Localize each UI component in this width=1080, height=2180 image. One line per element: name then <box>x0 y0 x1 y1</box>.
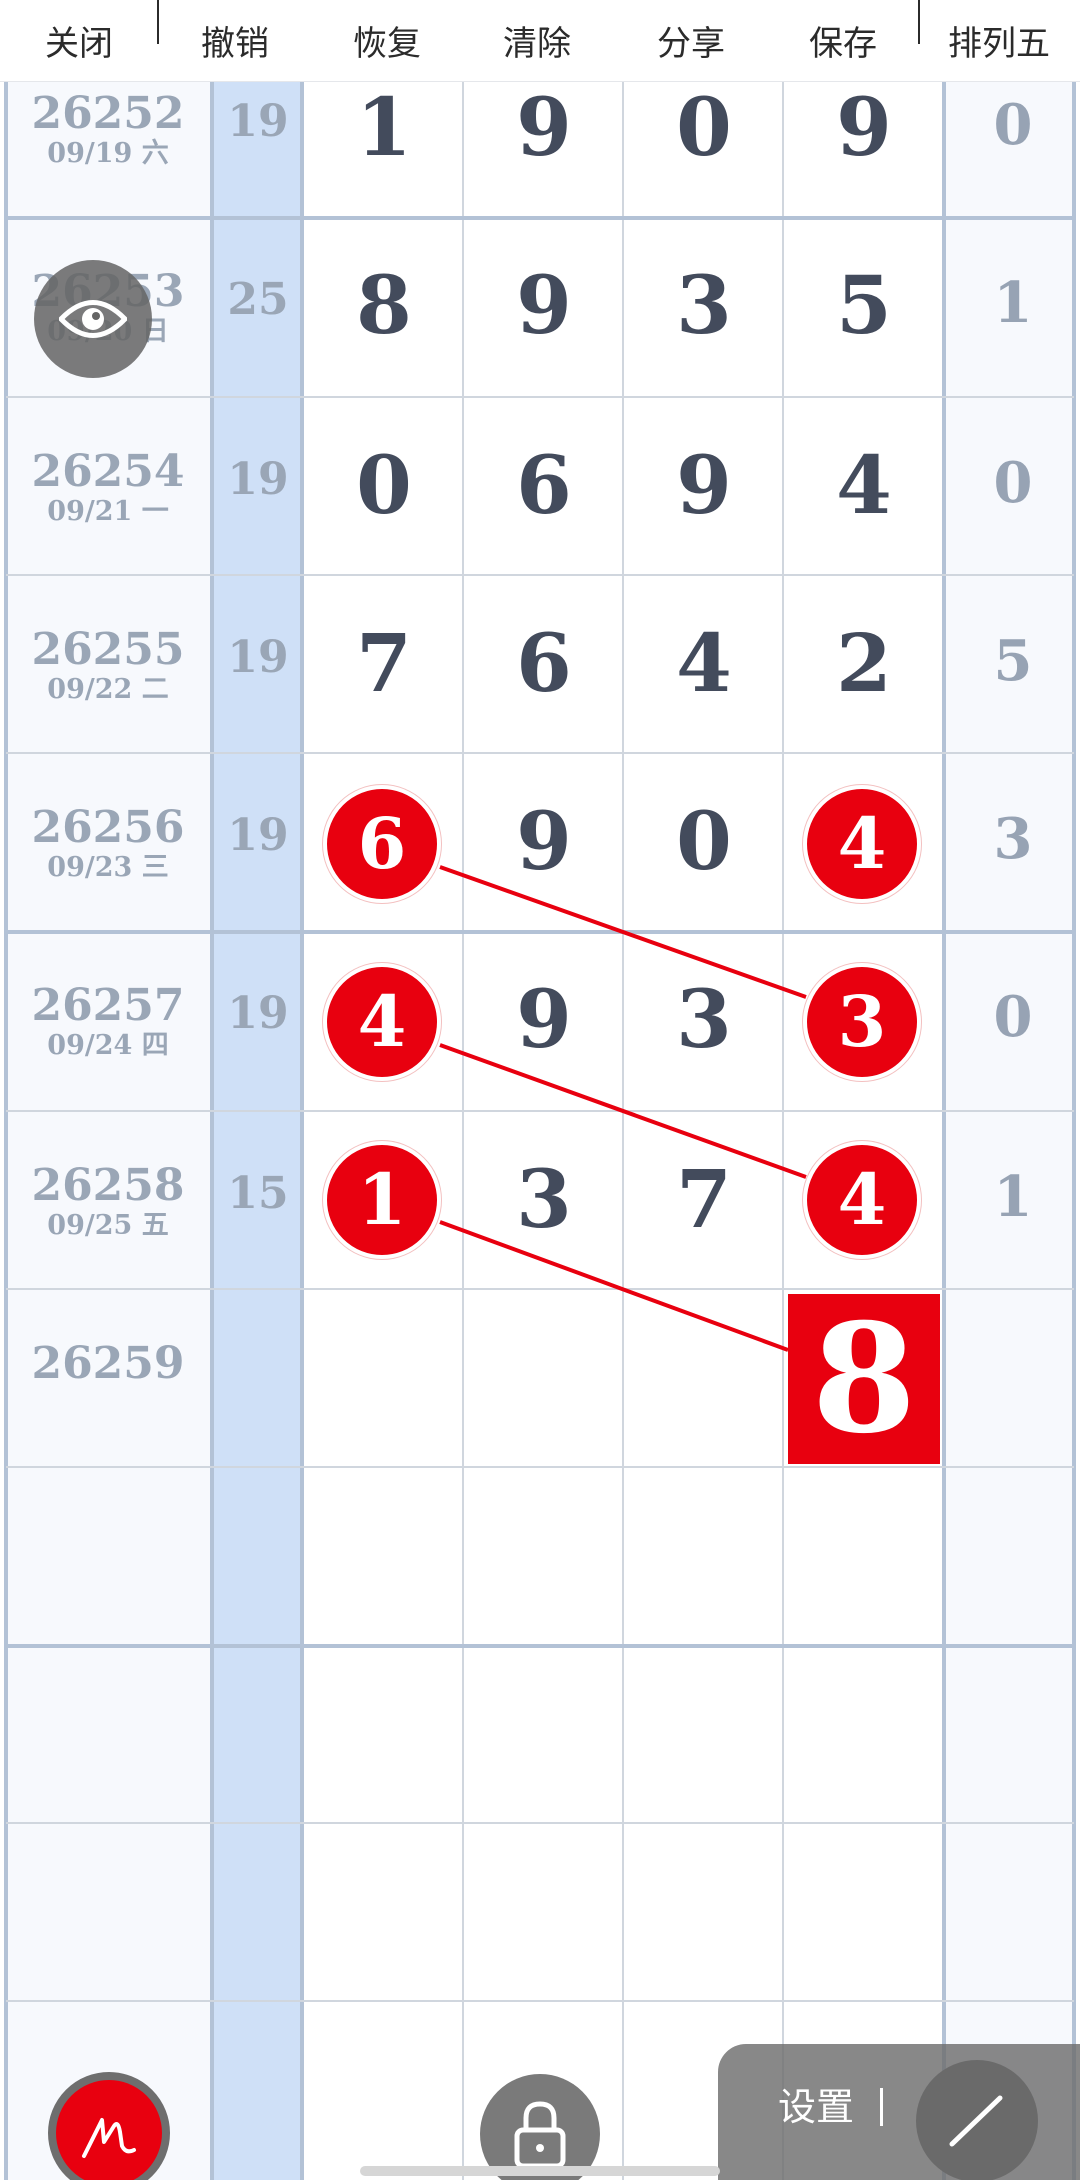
circled-digit[interactable]: 4 <box>803 1141 921 1259</box>
toolbar-divider <box>918 0 920 44</box>
pen-tool-button[interactable] <box>916 2060 1038 2180</box>
signature-icon <box>82 2118 136 2158</box>
settings-panel: 设置 <box>718 2044 1080 2180</box>
eye-icon <box>59 300 127 338</box>
close-icon <box>61 0 97 16</box>
visibility-toggle-button[interactable] <box>34 260 152 378</box>
share-button[interactable]: 分享 <box>632 0 750 82</box>
circled-digit[interactable]: 3 <box>803 963 921 1081</box>
circled-digit[interactable]: 6 <box>323 785 441 903</box>
redo-icon <box>369 0 405 16</box>
redo-label: 恢复 <box>353 24 421 64</box>
clear-button[interactable]: 清除 <box>478 0 596 82</box>
share-icon <box>673 0 709 16</box>
undo-button[interactable]: 撤销 <box>176 0 294 82</box>
settings-button[interactable]: 设置 <box>778 2084 854 2130</box>
close-label: 关闭 <box>45 24 113 64</box>
pen-icon <box>949 2095 1003 2147</box>
redo-button[interactable]: 恢复 <box>328 0 446 82</box>
trend-line <box>439 865 807 999</box>
lottery-trend-grid[interactable]: 26252 09/19 六 19 1 9 0 9 0 26253 09/20 日… <box>0 0 1080 2180</box>
trend-line <box>439 1043 807 1179</box>
undo-icon <box>217 0 253 16</box>
chevron-icon <box>981 0 1017 16</box>
undo-label: 撤销 <box>201 24 269 64</box>
trend-line <box>439 1220 789 1352</box>
save-icon <box>825 0 861 16</box>
save-label: 保存 <box>809 24 877 64</box>
clear-label: 清除 <box>503 24 571 64</box>
settings-divider <box>880 2088 883 2126</box>
save-button[interactable]: 保存 <box>784 0 902 82</box>
circled-digit[interactable]: 4 <box>803 785 921 903</box>
game-label: 排列五 <box>948 24 1050 64</box>
circled-digit[interactable]: 4 <box>323 963 441 1081</box>
circled-digit[interactable]: 1 <box>323 1141 441 1259</box>
trash-icon <box>519 0 555 16</box>
prediction-box[interactable]: 8 <box>788 1294 940 1464</box>
game-select-button[interactable]: 排列五 <box>938 0 1060 82</box>
toolbar-divider <box>157 0 159 44</box>
share-label: 分享 <box>657 24 725 64</box>
top-toolbar: 关闭 撤销 恢复 清除 分享 保存 排列五 <box>0 0 1080 82</box>
trend-lines <box>439 865 807 1352</box>
home-indicator[interactable] <box>360 2166 720 2176</box>
close-button[interactable]: 关闭 <box>20 0 138 82</box>
lock-icon <box>514 2101 566 2168</box>
